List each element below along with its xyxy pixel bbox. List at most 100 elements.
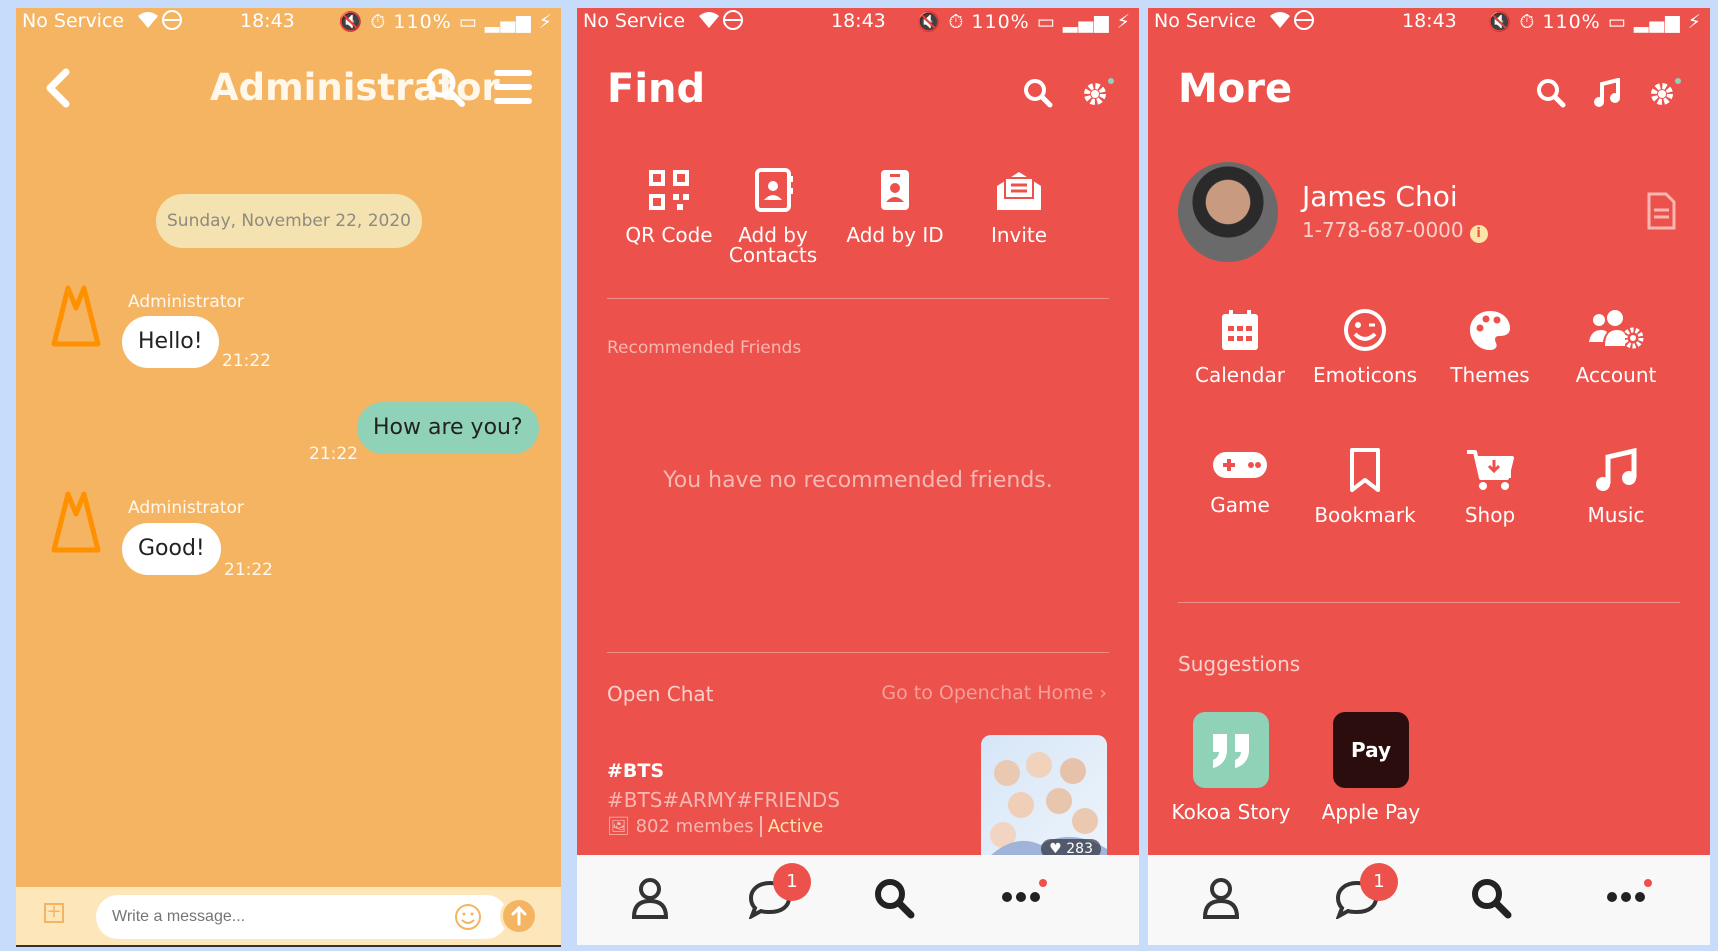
empty-state-message: You have no recommended friends. (663, 468, 1053, 493)
bottom-tab-bar: 1 (577, 855, 1139, 945)
status-icons: 🔇 ⏱ 110% ▭ ▂▄▆ ⚡ (1487, 11, 1702, 33)
settings-gear-icon[interactable] (1648, 78, 1682, 112)
emoticons-button[interactable]: Emoticons (1305, 308, 1425, 385)
shop-button[interactable]: Shop (1430, 448, 1550, 525)
palette-icon (1468, 311, 1512, 357)
notification-dot (1644, 879, 1652, 887)
notification-dot (1039, 879, 1047, 887)
themes-button[interactable]: Themes (1430, 308, 1550, 385)
add-by-contacts-button[interactable]: Add by Contacts (713, 168, 833, 265)
divider (607, 298, 1109, 299)
clock-text: 18:43 (1402, 10, 1457, 32)
tab-friends-person-icon[interactable] (1202, 877, 1240, 923)
page-title: More (1178, 66, 1293, 112)
apple-pay-icon: Pay (1333, 712, 1409, 788)
account-button[interactable]: Account (1556, 308, 1676, 385)
suggestions-label: Suggestions (1178, 652, 1301, 676)
search-icon[interactable] (424, 66, 466, 112)
admin-avatar-icon[interactable] (46, 278, 106, 350)
status-bar: No Service 18:43 🔇 ⏱ 110% ▭ ▂▄▆ ⚡ (1148, 8, 1710, 36)
send-button[interactable] (500, 897, 538, 935)
message-time: 21:22 (309, 444, 358, 464)
grid-item-label: Bookmark (1314, 503, 1416, 527)
bottom-tab-bar: 1 (1148, 855, 1710, 945)
attach-plus-icon[interactable]: + (44, 903, 64, 923)
open-chat-meta: 🖼 802 membes Active (607, 816, 824, 837)
image-icon: 🖼 (607, 816, 636, 837)
music-note-icon[interactable] (1592, 77, 1622, 112)
more-screen: No Service 18:43 🔇 ⏱ 110% ▭ ▂▄▆ ⚡ More J… (1148, 8, 1710, 945)
open-chat-label: Open Chat (607, 682, 714, 706)
suggestion-label: Apple Pay (1321, 800, 1421, 824)
openchat-home-link-text: Go to Openchat Home (881, 682, 1094, 704)
hamburger-menu-icon[interactable] (494, 70, 532, 108)
gamepad-icon (1211, 452, 1269, 487)
bookmark-button[interactable]: Bookmark (1305, 448, 1425, 525)
status-bar: No Service 18:43 🔇 ⏱ 110% ▭ ▂▄▆ ⚡ (16, 8, 561, 36)
bookmark-icon (1348, 448, 1382, 497)
message-sender: Administrator (128, 292, 244, 312)
kokoa-story-button[interactable]: Kokoa Story (1156, 712, 1306, 824)
grid-item-label: Account (1575, 363, 1657, 387)
add-by-id-button[interactable]: Add by ID (835, 168, 955, 245)
message-input[interactable] (96, 895, 508, 939)
activity-status: Active (759, 816, 824, 837)
tab-more-dots-icon[interactable] (1606, 879, 1652, 908)
message-bubble[interactable]: Good! (122, 523, 221, 575)
openchat-home-link[interactable]: Go to Openchat Home › (881, 682, 1107, 704)
wifi-icon (136, 8, 184, 32)
carrier-text: No Service (22, 10, 125, 32)
unread-badge: 1 (1360, 863, 1398, 901)
page-title: Find (607, 66, 706, 112)
tab-friends-person-icon[interactable] (631, 877, 669, 923)
search-icon[interactable] (1536, 78, 1566, 112)
apple-pay-tile-text: Pay (1350, 738, 1392, 762)
tab-chats-bubble-icon[interactable]: 1 (1335, 863, 1398, 923)
battery-text: 110% (393, 11, 452, 33)
music-button[interactable]: Music (1556, 447, 1676, 525)
calendar-button[interactable]: Calendar (1180, 308, 1300, 385)
quote-icon (1193, 712, 1269, 788)
chevron-right-icon: › (1093, 682, 1107, 704)
tab-more-dots-icon[interactable] (1001, 879, 1047, 908)
users-gear-icon (1587, 310, 1645, 357)
grid-item-label: Add by ID (846, 223, 944, 247)
unread-badge: 1 (773, 863, 811, 901)
profile-name[interactable]: James Choi (1302, 180, 1458, 213)
document-icon[interactable] (1646, 192, 1676, 234)
back-arrow-icon[interactable] (44, 68, 72, 112)
id-badge-icon (873, 170, 917, 217)
search-icon[interactable] (1023, 78, 1053, 112)
status-bar: No Service 18:43 🔇 ⏱ 110% ▭ ▂▄▆ ⚡ (577, 8, 1139, 36)
emoji-icon[interactable] (454, 903, 482, 935)
carrier-text: No Service (1154, 10, 1257, 32)
admin-avatar-icon[interactable] (46, 484, 106, 556)
mail-open-icon (995, 172, 1043, 217)
smiley-icon (1343, 309, 1387, 357)
grid-item-label: Shop (1464, 503, 1516, 527)
apple-pay-button[interactable]: Pay Apple Pay (1296, 712, 1446, 824)
open-chat-title[interactable]: #BTS (607, 760, 664, 782)
wifi-icon (697, 8, 745, 32)
settings-gear-icon[interactable] (1081, 78, 1115, 112)
chat-screen: No Service 18:43 🔇 ⏱ 110% ▭ ▂▄▆ ⚡ Admini… (16, 8, 561, 947)
invite-button[interactable]: Invite (959, 168, 1079, 245)
clock-text: 18:43 (831, 10, 886, 32)
info-icon[interactable]: i (1469, 225, 1488, 243)
qr-code-button[interactable]: QR Code (609, 168, 729, 245)
qr-code-icon (647, 170, 691, 217)
tab-find-search-icon[interactable] (1470, 877, 1512, 923)
open-chat-thumbnail[interactable]: ♥ 283 (981, 735, 1107, 865)
profile-avatar[interactable] (1178, 162, 1278, 262)
tab-chats-bubble-icon[interactable]: 1 (748, 863, 811, 923)
wifi-icon (1268, 8, 1316, 32)
message-time: 21:22 (222, 351, 271, 371)
message-bubble[interactable]: Hello! (122, 316, 219, 368)
message-bubble[interactable]: How are you? (357, 402, 539, 454)
game-button[interactable]: Game (1180, 448, 1300, 515)
date-separator: Sunday, November 22, 2020 (156, 194, 422, 248)
profile-phone-text: 1-778-687-0000 (1302, 218, 1464, 242)
chat-header: Administrator (16, 58, 561, 128)
tab-find-search-icon[interactable] (873, 877, 915, 923)
open-chat-tags: #BTS#ARMY#FRIENDS (607, 788, 840, 812)
